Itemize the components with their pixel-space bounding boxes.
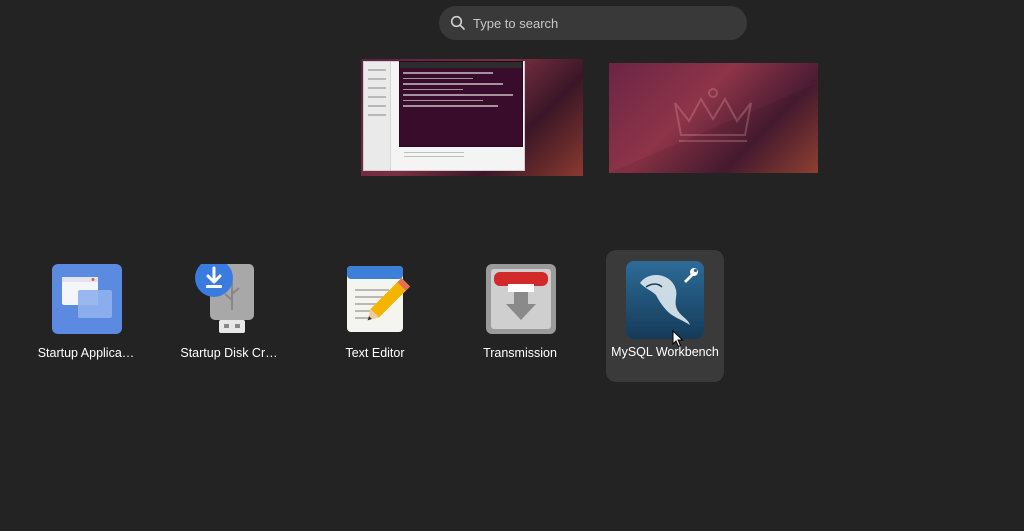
app-text-editor[interactable]: Text Editor: [316, 250, 434, 382]
app-label: MySQL Workbench: [611, 345, 719, 359]
app-transmission[interactable]: Transmission: [461, 250, 579, 382]
search-icon: [450, 15, 465, 30]
transmission-icon: [486, 264, 556, 334]
app-label: Text Editor: [345, 346, 405, 360]
mysql-workbench-icon: [626, 261, 704, 339]
app-mysql-workbench[interactable]: MySQL Workbench: [606, 250, 724, 382]
mouse-pointer-icon: [672, 330, 684, 348]
terminal-window-thumbnail: [399, 61, 523, 147]
workspace-thumbnail-1[interactable]: [361, 59, 583, 176]
startup-applications-icon: [52, 264, 122, 334]
search-bar[interactable]: [439, 6, 747, 40]
app-label: Transmission: [483, 346, 557, 360]
app-label: Startup Disk Cr…: [180, 346, 278, 360]
workspace-thumbnail-2[interactable]: [609, 63, 818, 173]
search-input[interactable]: [473, 6, 733, 40]
app-label: Startup Applica…: [37, 346, 135, 360]
startup-disk-creator-icon: [195, 264, 254, 333]
app-startup-applications[interactable]: Startup Applica…: [27, 250, 145, 382]
app-startup-disk-creator[interactable]: Startup Disk Cr…: [170, 250, 288, 382]
text-editor-icon: [347, 266, 411, 332]
ubuntu-wallpaper-logo-icon: [609, 83, 818, 173]
